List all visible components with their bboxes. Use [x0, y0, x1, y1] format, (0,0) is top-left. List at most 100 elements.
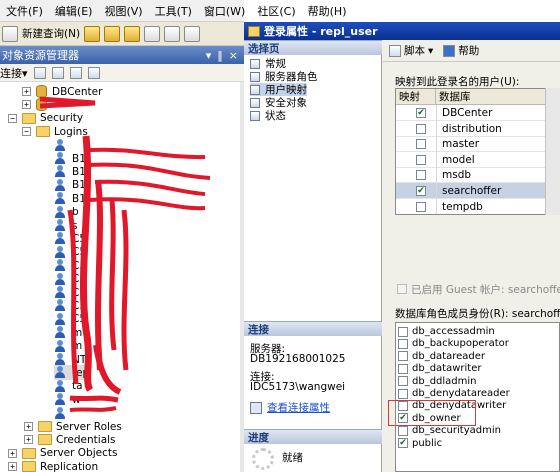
table-row[interactable]: distribution	[396, 120, 559, 137]
dialog-title: 登录属性 - repl_user	[264, 25, 378, 38]
mapped-checkbox[interactable]	[416, 123, 426, 134]
tree-node-label: B1	[72, 165, 86, 178]
connect-icon[interactable]	[33, 66, 46, 79]
collapse-icon[interactable]: −	[22, 127, 31, 137]
role-item[interactable]: db_datawriter	[396, 362, 481, 375]
user-icon	[54, 152, 67, 165]
script-button[interactable]: 脚本 ▾	[389, 43, 433, 58]
pin-icon[interactable]: ‖	[217, 49, 223, 62]
save-icon[interactable]	[144, 25, 161, 42]
expand-icon[interactable]: +	[24, 435, 33, 445]
server-value: DB192168001025	[250, 353, 346, 365]
folder-icon	[36, 126, 50, 138]
expand-icon[interactable]: +	[8, 462, 17, 472]
expand-icon[interactable]: +	[22, 87, 31, 96]
role-item[interactable]: db_denydatareader	[396, 387, 510, 400]
mapped-checkbox[interactable]	[416, 201, 426, 212]
role-checkbox[interactable]: ✔	[398, 438, 408, 449]
role-item[interactable]: db_securityadmin	[396, 424, 501, 437]
copy-icon[interactable]	[184, 25, 201, 42]
refresh-icon[interactable]	[87, 66, 100, 79]
expand-icon[interactable]: +	[8, 448, 17, 458]
mapped-checkbox[interactable]: ✔	[416, 108, 426, 118]
page-label: 状态	[265, 110, 286, 122]
role-item[interactable]: db_accessadmin	[396, 325, 495, 338]
filter-icon[interactable]	[69, 66, 82, 79]
database-icon[interactable]	[104, 25, 121, 42]
menu-community[interactable]: 社区(C)	[251, 3, 301, 19]
stop-icon[interactable]	[51, 66, 64, 79]
new-query-icon[interactable]	[2, 25, 18, 42]
menu-edit[interactable]: 编辑(E)	[49, 3, 99, 19]
role-checkbox[interactable]	[398, 338, 408, 349]
close-icon[interactable]: ×	[229, 49, 238, 62]
new-query-button[interactable]: 新建查询(N)	[22, 26, 80, 41]
collapse-icon[interactable]: −	[8, 113, 17, 123]
chevron-down-icon[interactable]: ▾	[428, 45, 433, 57]
database-name: tempdb	[442, 200, 483, 213]
role-item[interactable]: db_ddladmin	[396, 375, 477, 388]
column-header-database[interactable]: 数据库	[436, 89, 559, 105]
dialog-toolbar: 脚本 ▾ 帮助	[383, 40, 560, 62]
database-name: model	[442, 153, 475, 166]
role-checkbox[interactable]	[398, 326, 408, 337]
page-item[interactable]: 状态	[250, 109, 286, 122]
role-checkbox[interactable]	[398, 363, 408, 374]
mapped-checkbox[interactable]	[416, 139, 426, 150]
help-button[interactable]: 帮助	[443, 43, 479, 58]
grid-separator	[436, 198, 437, 214]
table-row[interactable]: model	[396, 151, 559, 168]
tree-node-label: B1	[72, 179, 86, 192]
connect-button[interactable]: 连接▾	[0, 65, 28, 81]
expand-icon[interactable]: +	[24, 422, 33, 431]
mapped-checkbox[interactable]	[416, 154, 426, 165]
page-icon	[250, 58, 260, 69]
role-label: public	[412, 437, 443, 449]
tree-node-label: Logins	[54, 125, 88, 138]
tree-node-label: Server Roles	[56, 420, 122, 433]
table-row[interactable]: tempdb	[396, 198, 559, 214]
tree-node-label: C5	[72, 259, 87, 272]
progress-header: 进度	[244, 429, 382, 444]
menu-tools[interactable]: 工具(T)	[149, 3, 198, 19]
table-row[interactable]: ✔ searchoffer	[396, 183, 559, 199]
role-item[interactable]: db_datareader	[396, 350, 485, 363]
analysis-icon[interactable]	[124, 25, 141, 42]
progress-spinner-icon	[252, 448, 274, 470]
view-connection-properties[interactable]: 查看连接属性	[250, 400, 330, 415]
view-connection-link[interactable]: 查看连接属性	[267, 400, 330, 415]
table-row[interactable]: ✔ DBCenter	[396, 105, 559, 121]
role-checkbox[interactable]	[398, 351, 408, 362]
dropdown-icon[interactable]: ▾	[206, 49, 212, 62]
tree-node-label: b	[72, 206, 79, 219]
mapped-checkbox[interactable]: ✔	[416, 186, 426, 196]
save-all-icon[interactable]	[164, 25, 181, 42]
menu-view[interactable]: 视图(V)	[98, 3, 148, 19]
connection-value: IDC5173\wangwei	[250, 381, 346, 393]
menu-file[interactable]: 文件(F)	[0, 3, 49, 19]
table-row[interactable]: msdb	[396, 167, 559, 184]
user-icon	[54, 299, 67, 312]
help-icon	[443, 44, 456, 57]
menu-help[interactable]: 帮助(H)	[302, 3, 353, 19]
table-row[interactable]: master	[396, 136, 559, 153]
menu-window[interactable]: 窗口(W)	[198, 3, 251, 19]
role-checkbox[interactable]	[398, 388, 408, 399]
tree-node-label: C5	[72, 273, 87, 286]
open-file-icon[interactable]	[84, 25, 101, 42]
role-checkbox[interactable]	[398, 425, 408, 436]
user-icon	[54, 192, 67, 205]
mapped-checkbox[interactable]	[416, 170, 426, 181]
user-icon	[54, 165, 67, 178]
expand-icon[interactable]: +	[22, 100, 31, 110]
role-item[interactable]: ✔ public	[396, 437, 442, 450]
mapping-grid-scrollbar[interactable]	[545, 88, 560, 215]
role-item[interactable]: db_backupoperator	[396, 337, 509, 350]
tree-node-label: Server Objects	[40, 447, 118, 460]
roles-label: 数据库角色成员身份(R): searchoffer	[395, 308, 560, 320]
role-checkbox[interactable]	[398, 376, 408, 387]
script-label: 脚本	[404, 45, 425, 57]
tree-node[interactable]: + Replication	[8, 459, 98, 472]
column-header-mapped[interactable]: 映射	[396, 89, 436, 105]
role-label: db_datareader	[412, 350, 486, 362]
